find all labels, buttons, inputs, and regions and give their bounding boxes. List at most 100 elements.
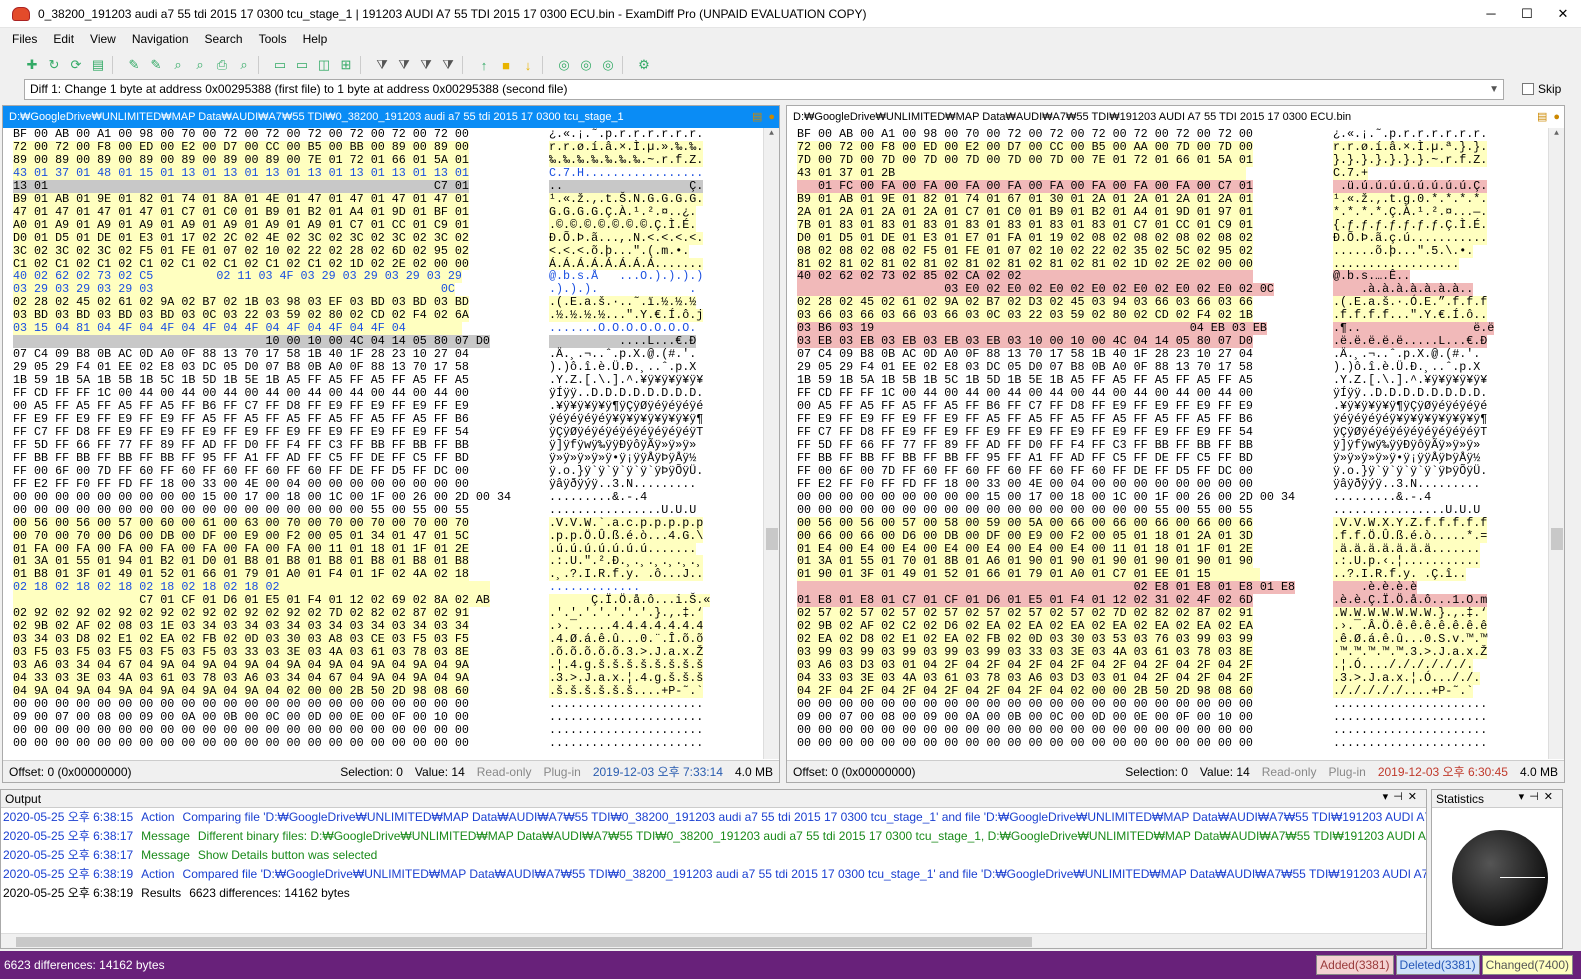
hex-row[interactable]: 00 00 00 00 00 00 00 00 00 00 00 00 00 0… — [787, 736, 1564, 750]
hex-row[interactable]: FF E2 FF F0 FF FD FF 18 00 33 00 4E 00 0… — [3, 477, 779, 491]
hex-row[interactable]: FF C7 FF D8 FF E9 FF E9 FF E9 FF E9 FF E… — [787, 425, 1564, 439]
hex-row[interactable]: 00 00 00 00 00 00 00 00 00 00 00 00 00 0… — [3, 697, 779, 711]
hex-row[interactable]: 3C 02 3C 02 3C 02 F5 01 FE 01 07 02 10 0… — [3, 244, 779, 258]
hex-row[interactable]: 00 00 00 00 00 00 00 00 00 00 00 00 00 0… — [787, 503, 1564, 517]
print-icon[interactable]: ⎙ — [212, 55, 232, 75]
recompare-icon[interactable]: ⟳ — [66, 55, 86, 75]
hex-row[interactable]: B9 01 AB 01 9E 01 82 01 74 01 67 01 30 0… — [787, 192, 1564, 206]
menu-edit[interactable]: Edit — [45, 32, 82, 46]
hex-row[interactable]: 00 56 00 56 00 57 00 60 00 61 00 63 00 7… — [3, 516, 779, 530]
hex-row[interactable]: 00 00 00 00 00 00 00 00 00 15 00 17 00 1… — [3, 490, 779, 504]
menu-search[interactable]: Search — [197, 32, 251, 46]
diff-select[interactable]: Diff 1: Change 1 byte at address 0x00295… — [24, 79, 1504, 100]
close-icon[interactable]: ✕ — [1544, 791, 1558, 803]
hex-row[interactable]: 09 00 07 00 08 00 09 00 0A 00 0B 00 0C 0… — [3, 710, 779, 724]
down-icon[interactable]: ↓ — [518, 55, 538, 75]
filter-icon[interactable]: ⧩ — [372, 55, 392, 75]
up-icon[interactable]: ↑ — [474, 55, 494, 75]
hex-row[interactable]: 04 9A 04 9A 04 9A 04 9A 04 9A 04 9A 04 0… — [3, 685, 779, 698]
hex-row[interactable]: 00 00 00 00 00 00 00 00 00 00 00 00 00 0… — [3, 736, 779, 750]
hex-row[interactable]: FF C7 FF D8 FF E9 FF E9 FF E9 FF E9 FF E… — [3, 425, 779, 439]
hex-row[interactable]: 08 02 08 02 08 02 F5 01 FE 01 07 02 10 0… — [787, 244, 1564, 258]
hex-row[interactable]: 00 00 00 00 00 00 00 00 00 00 00 00 00 0… — [787, 697, 1564, 711]
scroll-thumb[interactable] — [766, 528, 778, 550]
hex-row[interactable]: 00 00 00 00 00 00 00 00 00 00 00 00 00 0… — [787, 723, 1564, 737]
menu-help[interactable]: Help — [295, 32, 336, 46]
layout-2-icon[interactable]: ▭ — [292, 55, 312, 75]
filter-2-icon[interactable]: ⧩ — [394, 55, 414, 75]
hex-row[interactable]: BF 00 AB 00 A1 00 98 00 70 00 72 00 72 0… — [787, 128, 1564, 141]
hex-row[interactable]: 43 01 37 01 2B C.7.+ — [787, 166, 1564, 180]
changed-badge[interactable]: Changed(7400) — [1481, 955, 1573, 975]
layout-3-icon[interactable]: ◫ — [314, 55, 334, 75]
left-hex-view[interactable]: BF 00 AB 00 A1 00 98 00 70 00 72 00 72 0… — [3, 128, 779, 759]
hex-row[interactable]: 2A 01 2A 01 2A 01 2A 01 C7 01 C0 01 B9 0… — [787, 205, 1564, 219]
open-folder-icon[interactable]: ▤ — [88, 55, 108, 75]
menu-files[interactable]: Files — [4, 32, 45, 46]
hex-row[interactable]: 00 66 00 66 00 D6 00 DB 00 DF 00 E9 00 F… — [787, 529, 1564, 543]
maximize-button[interactable]: ☐ — [1509, 0, 1545, 28]
hex-row[interactable]: 13 01 C7 01 .. Ç. — [3, 179, 779, 193]
find-next-icon[interactable]: ⌕ — [190, 55, 210, 75]
hex-row[interactable]: 7B 01 83 01 83 01 83 01 83 01 83 01 83 0… — [787, 218, 1564, 232]
hex-row[interactable]: FF 00 6F 00 7D FF 60 FF 60 FF 60 FF 60 F… — [3, 464, 779, 478]
layout-4-icon[interactable]: ⊞ — [336, 55, 356, 75]
left-scrollbar[interactable]: ▲ — [763, 128, 779, 759]
hex-row[interactable]: 00 70 00 70 00 D6 00 DB 00 DF 00 E9 00 F… — [3, 529, 779, 543]
hex-row[interactable]: 47 01 47 01 47 01 47 01 C7 01 C0 01 B9 0… — [3, 205, 779, 219]
close-icon[interactable]: ✕ — [1408, 791, 1422, 803]
find-icon[interactable]: ⌕ — [168, 55, 188, 75]
hex-row[interactable]: FF 5D FF 66 FF 77 FF 89 FF AD FF D0 FF F… — [3, 438, 779, 452]
hex-row[interactable]: FF BB FF BB FF BB FF BB FF 95 FF A1 FF A… — [787, 451, 1564, 465]
filter-4-icon[interactable]: ⧩ — [438, 55, 458, 75]
minimize-button[interactable]: ─ — [1473, 0, 1509, 28]
hex-row[interactable]: 89 00 89 00 89 00 89 00 89 00 89 00 89 0… — [3, 153, 779, 167]
deleted-badge[interactable]: Deleted(3381) — [1395, 955, 1480, 975]
skip-checkbox[interactable]: Skip — [1522, 82, 1561, 96]
diff-icon[interactable]: ● — [1553, 106, 1560, 128]
stop-icon[interactable]: ■ — [496, 55, 516, 75]
menu-view[interactable]: View — [82, 32, 124, 46]
hex-row[interactable]: 7D 00 7D 00 7D 00 7D 00 7D 00 7D 00 7D 0… — [787, 153, 1564, 167]
hex-row[interactable]: 72 00 72 00 F8 00 ED 00 E2 00 D7 00 CC 0… — [787, 140, 1564, 154]
hex-row[interactable]: 00 00 00 00 00 00 00 00 00 15 00 17 00 1… — [787, 490, 1564, 504]
dock-icon[interactable]: ⊣ — [1393, 791, 1408, 803]
hex-row[interactable]: D0 01 D5 01 DE 01 E3 01 17 02 2C 02 4E 0… — [3, 231, 779, 245]
hex-row[interactable]: FF E2 FF F0 FF FD FF 18 00 33 00 4E 00 0… — [787, 477, 1564, 491]
hex-row[interactable]: B9 01 AB 01 9E 01 82 01 74 01 8A 01 4E 0… — [3, 192, 779, 206]
hex-row[interactable]: 43 01 37 01 48 01 15 01 13 01 13 01 13 0… — [3, 166, 779, 180]
hex-row[interactable]: FF 5D FF 66 FF 77 FF 89 FF AD FF D0 FF F… — [787, 438, 1564, 452]
scroll-thumb[interactable] — [1551, 528, 1563, 550]
hex-row[interactable]: A0 01 A9 01 A9 01 A9 01 A9 01 A9 01 A9 0… — [3, 218, 779, 232]
hex-row[interactable]: FF 00 6F 00 7D FF 60 FF 60 FF 60 FF 60 F… — [787, 464, 1564, 478]
pin-icon[interactable]: ▾ — [1383, 791, 1394, 803]
added-badge[interactable]: Added(3381) — [1316, 955, 1394, 975]
scroll-up-icon[interactable]: ▲ — [764, 128, 779, 144]
hex-row[interactable]: FF BB FF BB FF BB FF BB FF 95 FF A1 FF A… — [3, 451, 779, 465]
open-folder-icon[interactable]: ▤ — [1537, 106, 1547, 128]
hex-row[interactable]: 01 FC 00 FA 00 FA 00 FA 00 FA 00 FA 00 F… — [787, 179, 1564, 193]
dock-icon[interactable]: ⊣ — [1529, 791, 1544, 803]
binoculars-3-icon[interactable]: ◎ — [598, 55, 618, 75]
filter-3-icon[interactable]: ⧩ — [416, 55, 436, 75]
scroll-thumb[interactable] — [16, 937, 1032, 947]
settings-icon[interactable]: ⚙ — [634, 55, 654, 75]
print-preview-icon[interactable]: ⌕ — [234, 55, 254, 75]
open-folder-icon[interactable]: ▤ — [752, 106, 762, 128]
hex-row[interactable]: 04 2F 04 2F 04 2F 04 2F 04 2F 04 2F 04 0… — [787, 685, 1564, 698]
hex-row[interactable]: FF E9 FF E9 FF E9 FF E9 FF A5 FF A5 FF A… — [787, 413, 1564, 426]
scroll-up-icon[interactable]: ▲ — [1549, 128, 1564, 144]
hex-row[interactable]: FF E9 FF E9 FF E9 FF E9 FF A5 FF A5 FF A… — [3, 413, 779, 426]
refresh-icon[interactable]: ↻ — [44, 55, 64, 75]
hex-row[interactable]: BF 00 AB 00 A1 00 98 00 70 00 72 00 72 0… — [3, 128, 779, 141]
diff-icon[interactable]: ● — [768, 106, 775, 128]
binoculars-icon[interactable]: ◎ — [554, 55, 574, 75]
hex-row[interactable]: 00 56 00 56 00 57 00 58 00 59 00 5A 00 6… — [787, 516, 1564, 530]
right-scrollbar[interactable]: ▲ — [1548, 128, 1564, 759]
open-file-icon[interactable]: ✚ — [22, 55, 42, 75]
hex-row[interactable]: 72 00 72 00 F8 00 ED 00 E2 00 D7 00 CC 0… — [3, 140, 779, 154]
hex-row[interactable]: 09 00 07 00 08 00 09 00 0A 00 0B 00 0C 0… — [787, 710, 1564, 724]
output-hscroll[interactable] — [1, 933, 1426, 948]
close-button[interactable]: ✕ — [1545, 0, 1581, 28]
binoculars-2-icon[interactable]: ◎ — [576, 55, 596, 75]
